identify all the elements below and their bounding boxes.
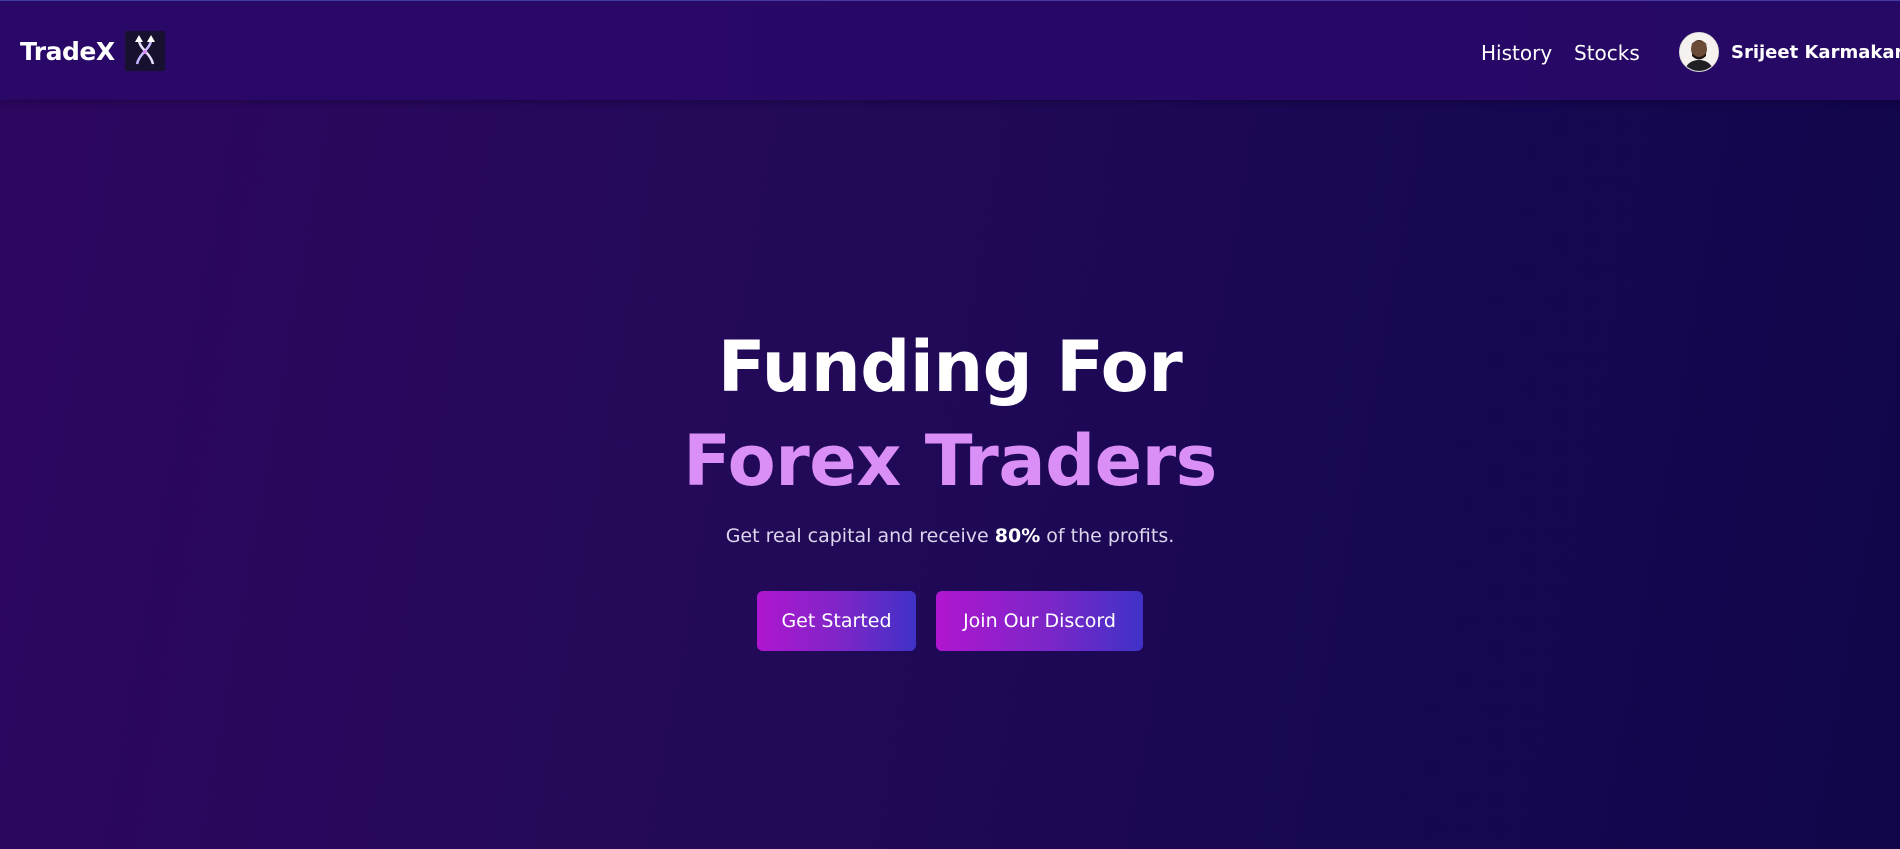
user-profile[interactable]: Srijeet Karmakar — [1679, 32, 1900, 72]
hero-section: Funding For Forex Traders Get real capit… — [0, 320, 1900, 651]
brand[interactable]: TradeX — [20, 31, 165, 71]
hero-subtitle-start: Get real capital and receive — [725, 525, 995, 547]
hero-subtitle-end: of the profits. — [1040, 525, 1175, 547]
hero-title-line-2: Forex Traders — [683, 420, 1217, 502]
join-discord-button[interactable]: Join Our Discord — [936, 591, 1143, 651]
navbar: TradeX History Stocks Srijeet Karmakar — [0, 1, 1900, 100]
nav-link-history[interactable]: History — [1481, 41, 1552, 65]
hero-title-line-1: Funding For — [717, 326, 1183, 408]
get-started-button[interactable]: Get Started — [757, 591, 916, 651]
cta-buttons: Get Started Join Our Discord — [0, 591, 1900, 651]
nav-link-stocks[interactable]: Stocks — [1574, 41, 1640, 65]
hero-subtitle: Get real capital and receive 80% of the … — [0, 525, 1900, 547]
hero-subtitle-highlight: 80% — [994, 525, 1041, 547]
crossed-arrows-icon — [124, 31, 165, 71]
brand-name: TradeX — [20, 36, 115, 66]
user-name: Srijeet Karmakar — [1731, 41, 1900, 63]
user-avatar-icon — [1679, 32, 1719, 72]
